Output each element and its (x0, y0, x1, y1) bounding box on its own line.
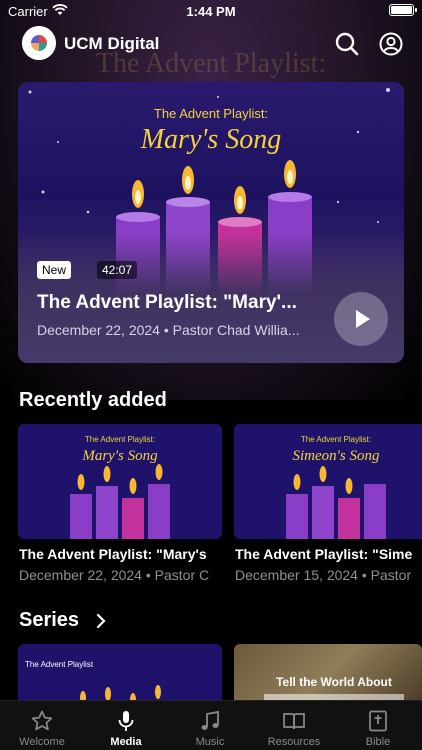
bible-icon (369, 710, 387, 732)
recent-item-artwork: The Advent Playlist: Mary's Song (18, 424, 222, 539)
recent-item-thumbnail[interactable]: The Advent Playlist: Mary's Song (18, 424, 222, 539)
svg-text:The Advent Playlist:: The Advent Playlist: (301, 435, 371, 444)
recent-item-title[interactable]: The Advent Playlist: "Sime (235, 546, 422, 562)
tab-label: Welcome (19, 736, 65, 748)
tab-label: Resources (267, 736, 321, 748)
tab-bible[interactable]: Bible (336, 701, 420, 750)
search-icon[interactable] (334, 31, 360, 57)
series-item-artwork: Tell the World About (264, 675, 404, 704)
tab-media[interactable]: Media (84, 701, 168, 750)
recent-item-meta: December 15, 2024 • Pastor (235, 567, 412, 583)
status-time: 1:44 PM (186, 4, 236, 19)
recent-item-title[interactable]: The Advent Playlist: "Mary's (19, 546, 221, 562)
svg-text:Simeon's Song: Simeon's Song (293, 448, 380, 464)
svg-text:The Advent Playlist:: The Advent Playlist: (85, 435, 155, 444)
featured-meta: December 22, 2024 • Pastor Chad Willia..… (37, 322, 300, 338)
series-item-thumbnail[interactable]: The Advent Playlist (18, 644, 222, 704)
account-icon[interactable] (378, 31, 404, 57)
app-title: UCM Digital (64, 34, 160, 53)
microphone-icon (118, 711, 134, 731)
recent-item-thumbnail[interactable]: The Advent Playlist: Simeon's Song (234, 424, 422, 539)
svg-text:Mary's Song: Mary's Song (81, 448, 158, 464)
tab-music[interactable]: Music (168, 701, 252, 750)
app-logo-icon (22, 26, 56, 60)
app-header: UCM Digital (0, 26, 422, 62)
series-item-artwork: The Advent Playlist (25, 660, 161, 704)
tab-welcome[interactable]: Welcome (0, 701, 84, 750)
battery-icon (389, 4, 417, 16)
tab-label: Music (195, 736, 225, 748)
tab-bar: Welcome Media Music Resources Bible (0, 700, 422, 750)
book-open-icon (283, 713, 305, 730)
featured-art-kicker: The Advent Playlist: (154, 106, 268, 121)
star-icon (31, 710, 53, 731)
tab-label: Bible (365, 736, 391, 748)
music-note-icon (201, 710, 219, 730)
status-bar: Carrier 1:44 PM (0, 0, 422, 24)
featured-card[interactable]: The Advent Playlist: Mary's Song New 42:… (18, 82, 404, 363)
tab-label: Media (110, 736, 142, 748)
recently-added-heading: Recently added (19, 389, 167, 411)
featured-art-title: Mary's Song (140, 124, 282, 155)
play-icon[interactable] (334, 292, 388, 346)
recent-item-artwork: The Advent Playlist: Simeon's Song (234, 424, 422, 539)
tab-resources[interactable]: Resources (252, 701, 336, 750)
svg-text:The Advent Playlist: The Advent Playlist (25, 660, 94, 669)
recent-item-meta: December 22, 2024 • Pastor C (19, 567, 210, 583)
series-item-thumbnail[interactable]: Tell the World About (234, 644, 422, 704)
chevron-right-icon[interactable] (96, 613, 106, 629)
svg-text:Tell the World About: Tell the World About (276, 675, 392, 689)
series-heading[interactable]: Series (19, 609, 79, 632)
featured-title: The Advent Playlist: "Mary'... (37, 292, 297, 313)
new-badge: New (37, 261, 72, 279)
duration-badge: 42:07 (97, 261, 138, 279)
